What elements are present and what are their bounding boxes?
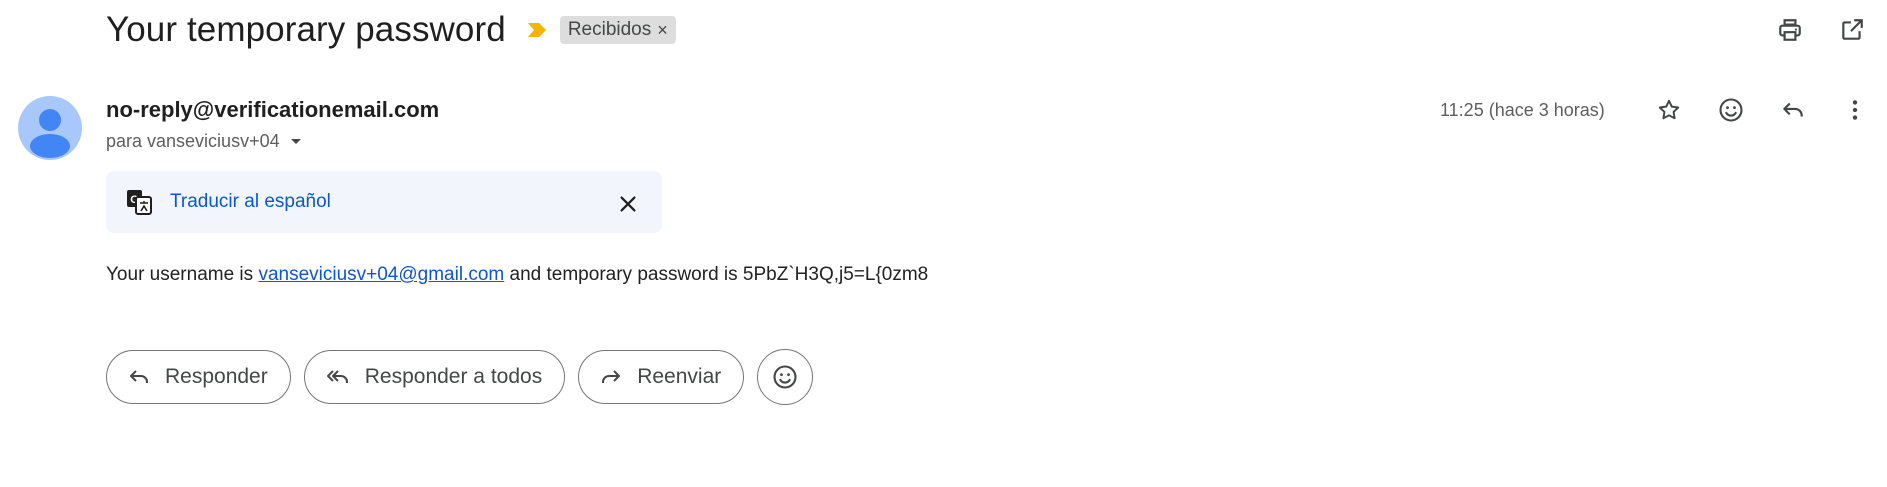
reply-all-button-label: Responder a todos [364,365,543,388]
more-vert-icon[interactable] [1835,90,1875,130]
message-body: Your username is vanseviciusv+04@gmail.c… [106,264,928,286]
reply-icon[interactable] [1773,90,1813,130]
open-in-new-window-icon[interactable] [1832,10,1872,50]
message-action-buttons: Responder Responder a todos Reenviar [106,349,814,405]
emoji-reaction-icon[interactable] [1711,90,1751,130]
body-text-prefix: Your username is [106,264,259,285]
subject-row: Your temporary password Recibidos × [106,6,676,54]
print-icon[interactable] [1770,10,1810,50]
email-subject: Your temporary password [106,10,506,49]
label-chip-text: Recibidos [567,19,652,40]
body-text-suffix: and temporary password is 5PbZ`H3Q,j5=L{… [504,264,929,285]
message-timestamp: 11:25 (hace 3 horas) [1440,99,1605,120]
remove-label-button[interactable]: × [657,20,668,41]
emoji-reaction-icon [771,363,799,391]
recipient-details-toggle[interactable]: para vanseviciusv+04 [106,131,302,152]
forward-button[interactable]: Reenviar [578,350,745,404]
username-email-link[interactable]: vanseviciusv+04@gmail.com [258,264,504,285]
reply-all-button[interactable]: Responder a todos [303,350,566,404]
importance-marker-icon[interactable] [526,21,548,39]
emoji-reaction-button[interactable] [757,349,814,405]
reply-icon [127,365,151,389]
chevron-down-icon[interactable] [290,138,302,146]
sender-email[interactable]: no-reply@verificationemail.com [106,97,439,123]
translate-link[interactable]: Traducir al español [170,191,331,213]
reply-all-icon [325,365,351,389]
star-icon[interactable] [1649,90,1689,130]
forward-icon [599,365,623,389]
close-icon[interactable] [608,184,648,224]
thread-actions [1770,10,1887,50]
translate-icon: G [126,189,152,215]
reply-button-label: Responder [165,365,268,388]
translate-banner: G Traducir al español [106,171,662,233]
reply-button[interactable]: Responder [106,350,291,404]
label-chip-inbox: Recibidos × [559,16,676,44]
message-meta: 11:25 (hace 3 horas) [1440,90,1875,130]
recipient-label: para vanseviciusv+04 [106,131,280,151]
forward-button-label: Reenviar [637,365,722,388]
email-view: Your temporary password Recibidos × no-r… [0,0,1887,487]
sender-avatar[interactable] [18,96,82,160]
